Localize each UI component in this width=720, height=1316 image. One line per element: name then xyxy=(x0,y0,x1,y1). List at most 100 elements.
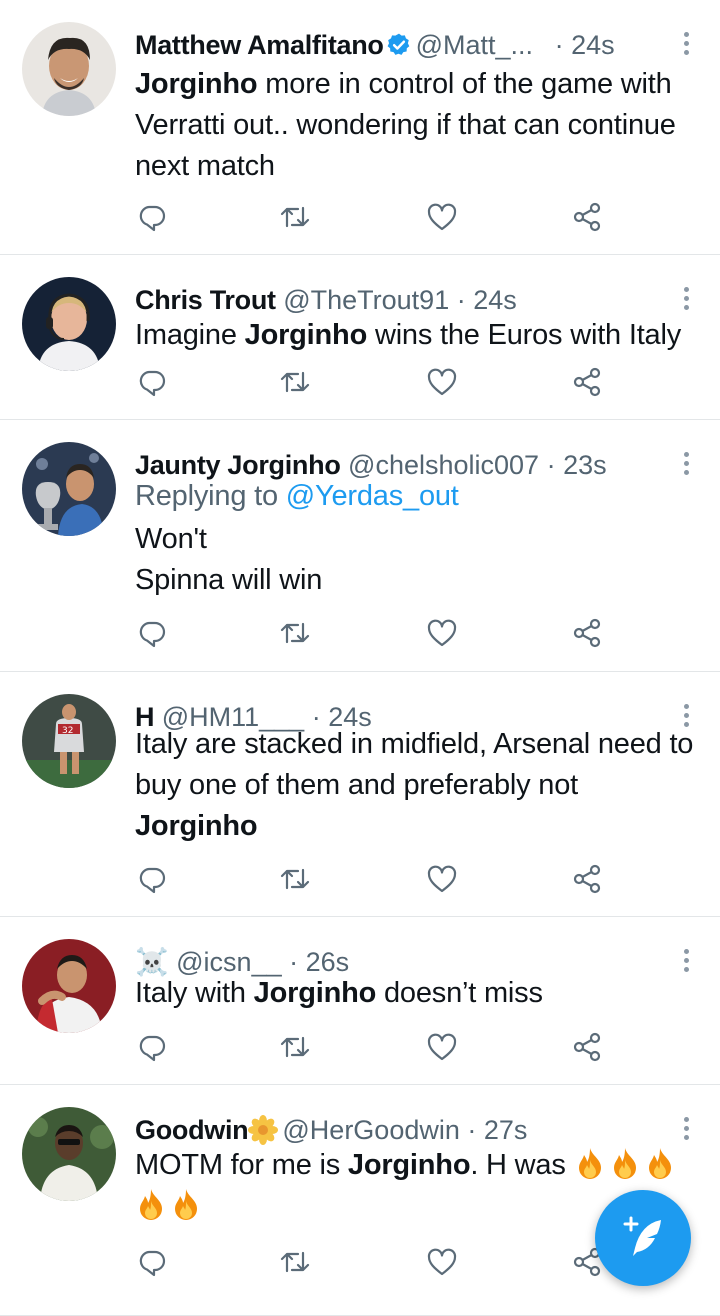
tweet-time[interactable]: · 24s xyxy=(457,285,517,315)
like-button[interactable] xyxy=(425,200,459,234)
retweet-icon xyxy=(278,616,312,650)
tweet-header: Chris Trout @TheTrout91 · 24s xyxy=(135,281,660,319)
retweet-icon xyxy=(278,1245,312,1279)
reply-icon xyxy=(135,365,169,399)
replying-to-link[interactable]: @Yerdas_out xyxy=(286,480,459,512)
more-options-icon[interactable] xyxy=(682,949,690,975)
author-name[interactable]: Chris Trout xyxy=(135,285,276,315)
retweet-button[interactable] xyxy=(278,862,312,896)
tweet-actions xyxy=(135,616,605,656)
tweet-text-line: Spinna will win xyxy=(135,564,323,596)
like-icon xyxy=(425,862,459,896)
tweet-text-segment: doesn’t miss xyxy=(376,977,543,1009)
like-button[interactable] xyxy=(425,1030,459,1064)
more-options-icon[interactable] xyxy=(682,452,690,478)
share-icon xyxy=(570,616,604,650)
reply-icon xyxy=(135,1245,169,1279)
avatar[interactable] xyxy=(22,939,116,1033)
replying-label: Replying to xyxy=(135,480,278,512)
tweet-text: Imagine Jorginho wins the Euros with Ita… xyxy=(135,315,696,356)
tweet-text-segment: Jorginho xyxy=(135,68,258,100)
more-options-icon[interactable] xyxy=(682,1117,690,1143)
retweet-button[interactable] xyxy=(278,200,312,234)
tweet-actions xyxy=(135,1245,605,1285)
more-options-icon[interactable] xyxy=(682,32,690,58)
avatar-arsenal-player-icon: 32 xyxy=(22,694,116,788)
reply-context: Replying to @Yerdas_out xyxy=(135,476,696,517)
avatar-red-kit-player-icon xyxy=(22,939,116,1033)
tweet-text-segment: MOTM for me is xyxy=(135,1149,348,1181)
fire-emoji-icon xyxy=(170,1187,202,1221)
blossom-emoji-icon xyxy=(248,1115,279,1145)
retweet-button[interactable] xyxy=(278,1030,312,1064)
tweet-text: Jorginho more in control of the game wit… xyxy=(135,64,696,187)
tweet-text: Italy with Jorginho doesn’t miss xyxy=(135,973,696,1014)
like-icon xyxy=(425,1245,459,1279)
tweet-actions xyxy=(135,1030,605,1070)
retweet-icon xyxy=(278,365,312,399)
tweet-text-segment: . H was xyxy=(470,1149,574,1181)
reply-button[interactable] xyxy=(135,1030,169,1064)
reply-icon xyxy=(135,862,169,896)
author-handle[interactable]: @HerGoodwin xyxy=(282,1115,459,1145)
share-icon xyxy=(570,862,604,896)
reply-icon xyxy=(135,616,169,650)
retweet-button[interactable] xyxy=(278,365,312,399)
share-button[interactable] xyxy=(570,200,604,234)
tweet-actions xyxy=(135,862,605,902)
retweet-icon xyxy=(278,862,312,896)
tweet-text-segment: Jorginho xyxy=(253,977,377,1009)
tweet-time[interactable]: · 24s xyxy=(555,30,615,60)
author-name[interactable]: Matthew Amalfitano xyxy=(135,30,384,60)
reply-button[interactable] xyxy=(135,200,169,234)
reply-button[interactable] xyxy=(135,365,169,399)
share-button[interactable] xyxy=(570,1030,604,1064)
tweet-text: Italy are stacked in midfield, Arsenal n… xyxy=(135,724,696,847)
svg-text:32: 32 xyxy=(62,726,73,736)
reply-button[interactable] xyxy=(135,862,169,896)
retweet-button[interactable] xyxy=(278,1245,312,1279)
compose-tweet-button[interactable] xyxy=(595,1190,691,1286)
like-icon xyxy=(425,200,459,234)
avatar[interactable]: 32 xyxy=(22,694,116,788)
author-handle[interactable]: @TheTrout91 xyxy=(283,285,449,315)
share-icon xyxy=(570,1030,604,1064)
tweet-time[interactable]: · 27s xyxy=(467,1115,527,1145)
tweet-actions xyxy=(135,200,605,240)
reply-button[interactable] xyxy=(135,1245,169,1279)
tweet[interactable]: Jaunty Jorginho @chelsholic007 · 23s Rep… xyxy=(0,420,720,672)
author-handle[interactable]: @Matt_... xyxy=(416,30,533,60)
fire-emoji-icon xyxy=(135,1187,167,1221)
tweet[interactable]: ☠️ @icsn__ · 26s Italy with Jorginho doe… xyxy=(0,917,720,1085)
more-options-icon[interactable] xyxy=(682,287,690,313)
avatar[interactable] xyxy=(22,442,116,536)
tweet-text: Replying to @Yerdas_out Won't Spinna wil… xyxy=(135,476,696,601)
compose-tweet-icon xyxy=(623,1216,661,1256)
avatar[interactable] xyxy=(22,277,116,371)
reply-button[interactable] xyxy=(135,616,169,650)
reply-icon xyxy=(135,1030,169,1064)
tweet[interactable]: Matthew Amalfitano @Matt_... · 24s Jorgin… xyxy=(0,0,720,255)
like-button[interactable] xyxy=(425,1245,459,1279)
retweet-button[interactable] xyxy=(278,616,312,650)
tweet-header: Goodwin @HerGoodwin · 27s xyxy=(135,1111,660,1149)
retweet-icon xyxy=(278,200,312,234)
tweet-text-segment: wins the Euros with Italy xyxy=(367,319,682,351)
verified-badge-icon xyxy=(387,33,409,55)
like-icon xyxy=(425,616,459,650)
like-button[interactable] xyxy=(425,862,459,896)
tweet-text-segment: Jorginho xyxy=(347,1149,471,1181)
share-button[interactable] xyxy=(570,365,604,399)
like-button[interactable] xyxy=(425,616,459,650)
reply-icon xyxy=(135,200,169,234)
like-button[interactable] xyxy=(425,365,459,399)
tweet[interactable]: Chris Trout @TheTrout91 · 24s Imagine Jo… xyxy=(0,255,720,420)
share-button[interactable] xyxy=(570,862,604,896)
like-icon xyxy=(425,1030,459,1064)
tweet[interactable]: 32 H @HM11___ · 24s Italy are stacked in… xyxy=(0,672,720,917)
avatar[interactable] xyxy=(22,1107,116,1201)
share-button[interactable] xyxy=(570,616,604,650)
avatar[interactable] xyxy=(22,22,116,116)
author-name[interactable]: Goodwin xyxy=(135,1115,249,1145)
share-icon xyxy=(570,365,604,399)
